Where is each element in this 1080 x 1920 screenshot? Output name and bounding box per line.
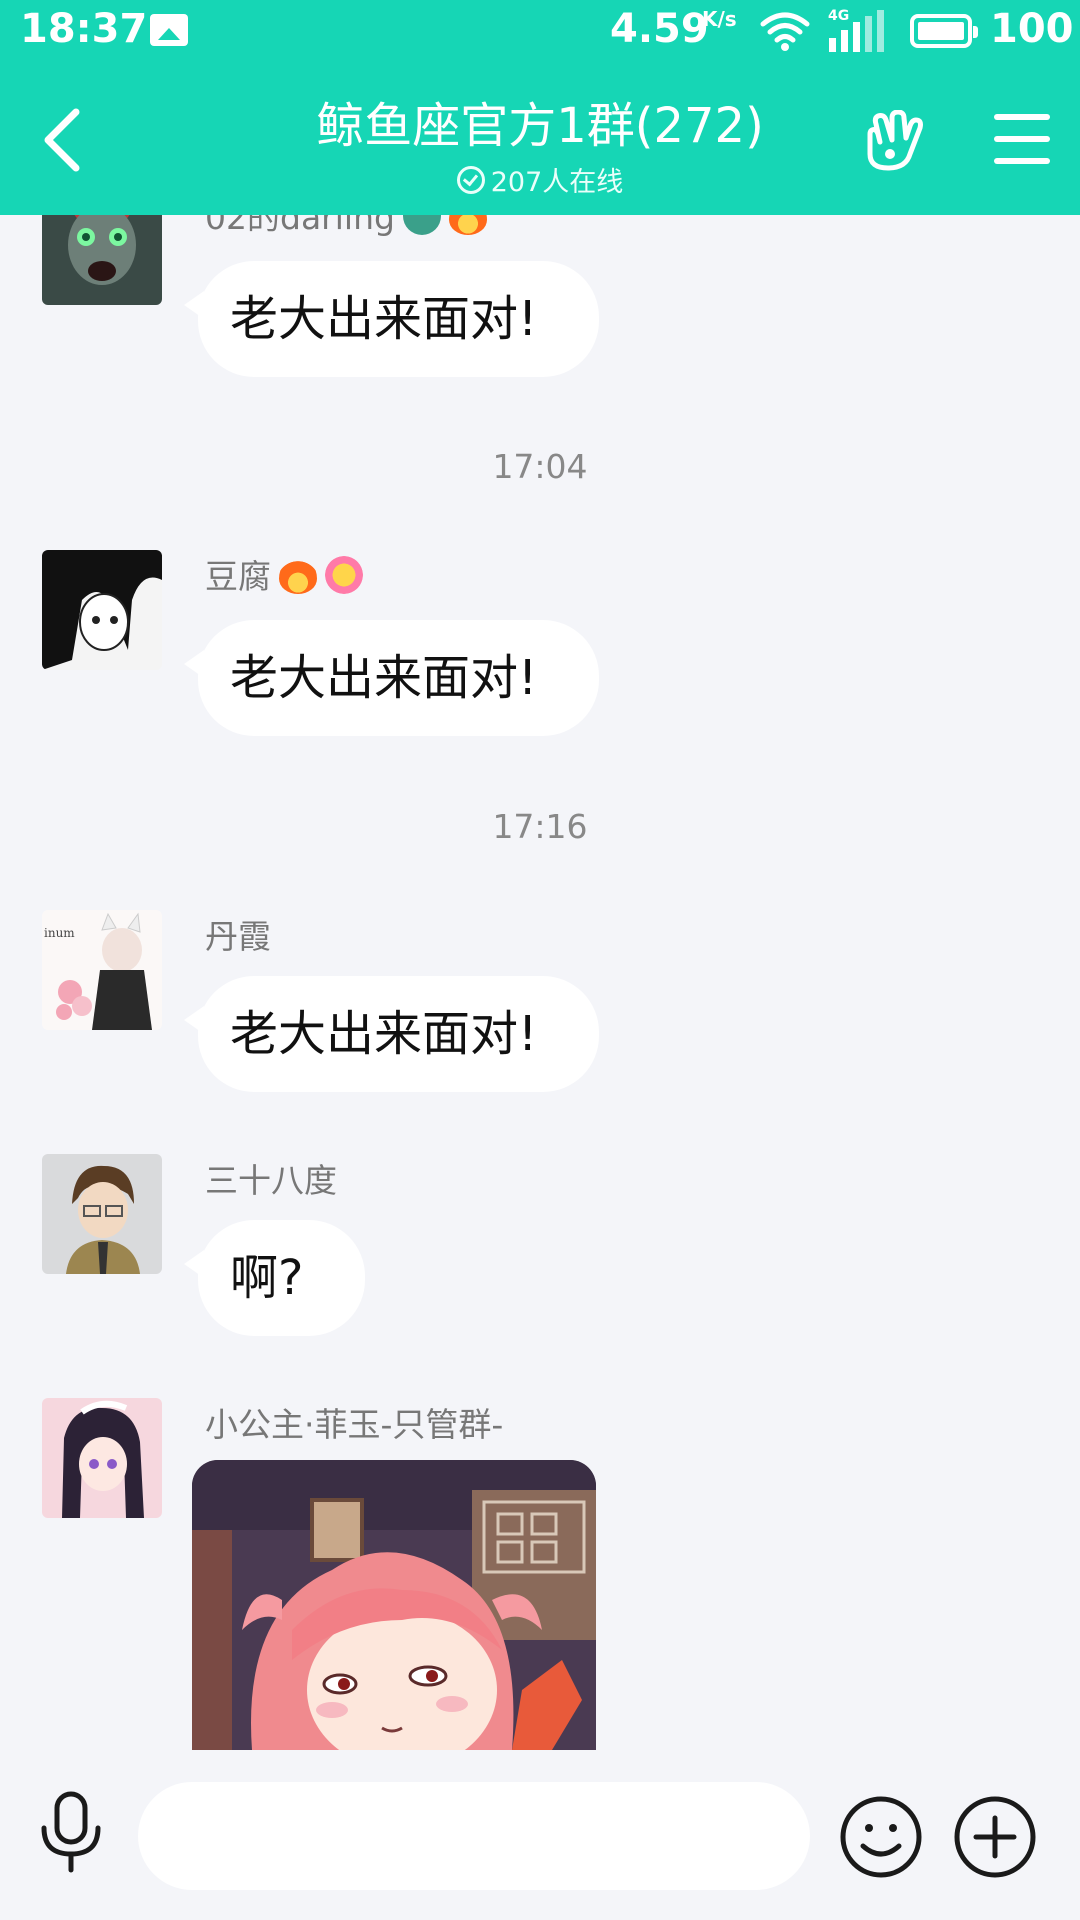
avatar[interactable]: [42, 1154, 162, 1274]
sender-name: 豆腐: [205, 550, 363, 598]
gallery-notification-icon: [150, 14, 188, 46]
battery-percent: 100: [990, 6, 1074, 52]
avatar[interactable]: [42, 1398, 162, 1518]
sender-name: 小公主·菲玉-只管群-: [205, 1405, 504, 1444]
message-bubble[interactable]: 老大出来面对!: [183, 620, 600, 736]
badge-emoji-icon: [402, 215, 441, 235]
message-bubble[interactable]: 老大出来面对!: [183, 261, 600, 377]
menu-button[interactable]: [994, 114, 1050, 164]
message-input[interactable]: [138, 1782, 810, 1890]
sender-name-text: 02的darling: [205, 215, 395, 237]
sender-name: 三十八度: [205, 1161, 337, 1200]
more-options-button[interactable]: [952, 1794, 1038, 1880]
time-divider: 17:04: [492, 447, 588, 486]
avatar[interactable]: [42, 215, 162, 305]
signal-icon: [829, 10, 884, 52]
message-bubble[interactable]: 啊?: [183, 1220, 366, 1336]
online-count-text: 207人在线: [490, 167, 624, 198]
avatar-watermark: inum: [44, 926, 75, 940]
status-time: 18:37: [20, 6, 148, 52]
status-bar: 18:37 4.59 K/s 4G 100: [0, 0, 1080, 66]
battery-icon: [910, 14, 978, 48]
hand-gesture-icon[interactable]: [862, 110, 926, 174]
sticker-image[interactable]: [192, 1460, 596, 1750]
voice-input-button[interactable]: [34, 1790, 108, 1874]
sender-name: 02的darling: [205, 215, 487, 239]
flower-emoji-icon: [325, 556, 363, 594]
avatar[interactable]: [42, 550, 162, 670]
emoji-button[interactable]: [838, 1794, 924, 1880]
fire-emoji-icon: [279, 556, 317, 594]
input-bar: [0, 1750, 1080, 1920]
online-check-icon: [456, 166, 485, 194]
wifi-icon: [760, 12, 810, 51]
message-bubble[interactable]: 老大出来面对!: [183, 976, 600, 1092]
fire-emoji-icon: [448, 215, 487, 235]
chat-message-list[interactable]: 02的darling 老大出来面对! 17:04 豆腐 老大出来面对! 17:1…: [0, 215, 1080, 1750]
sender-name-text: 豆腐: [205, 557, 271, 596]
chat-header: 18:37 4.59 K/s 4G 100 鲸鱼座官方1群(272) 207人在…: [0, 0, 1080, 215]
time-divider: 17:16: [492, 807, 588, 846]
avatar[interactable]: inum: [42, 910, 162, 1030]
sender-name: 丹霞: [205, 917, 271, 956]
net-speed-unit: K/s: [702, 7, 737, 31]
net-speed: 4.59: [610, 6, 709, 52]
